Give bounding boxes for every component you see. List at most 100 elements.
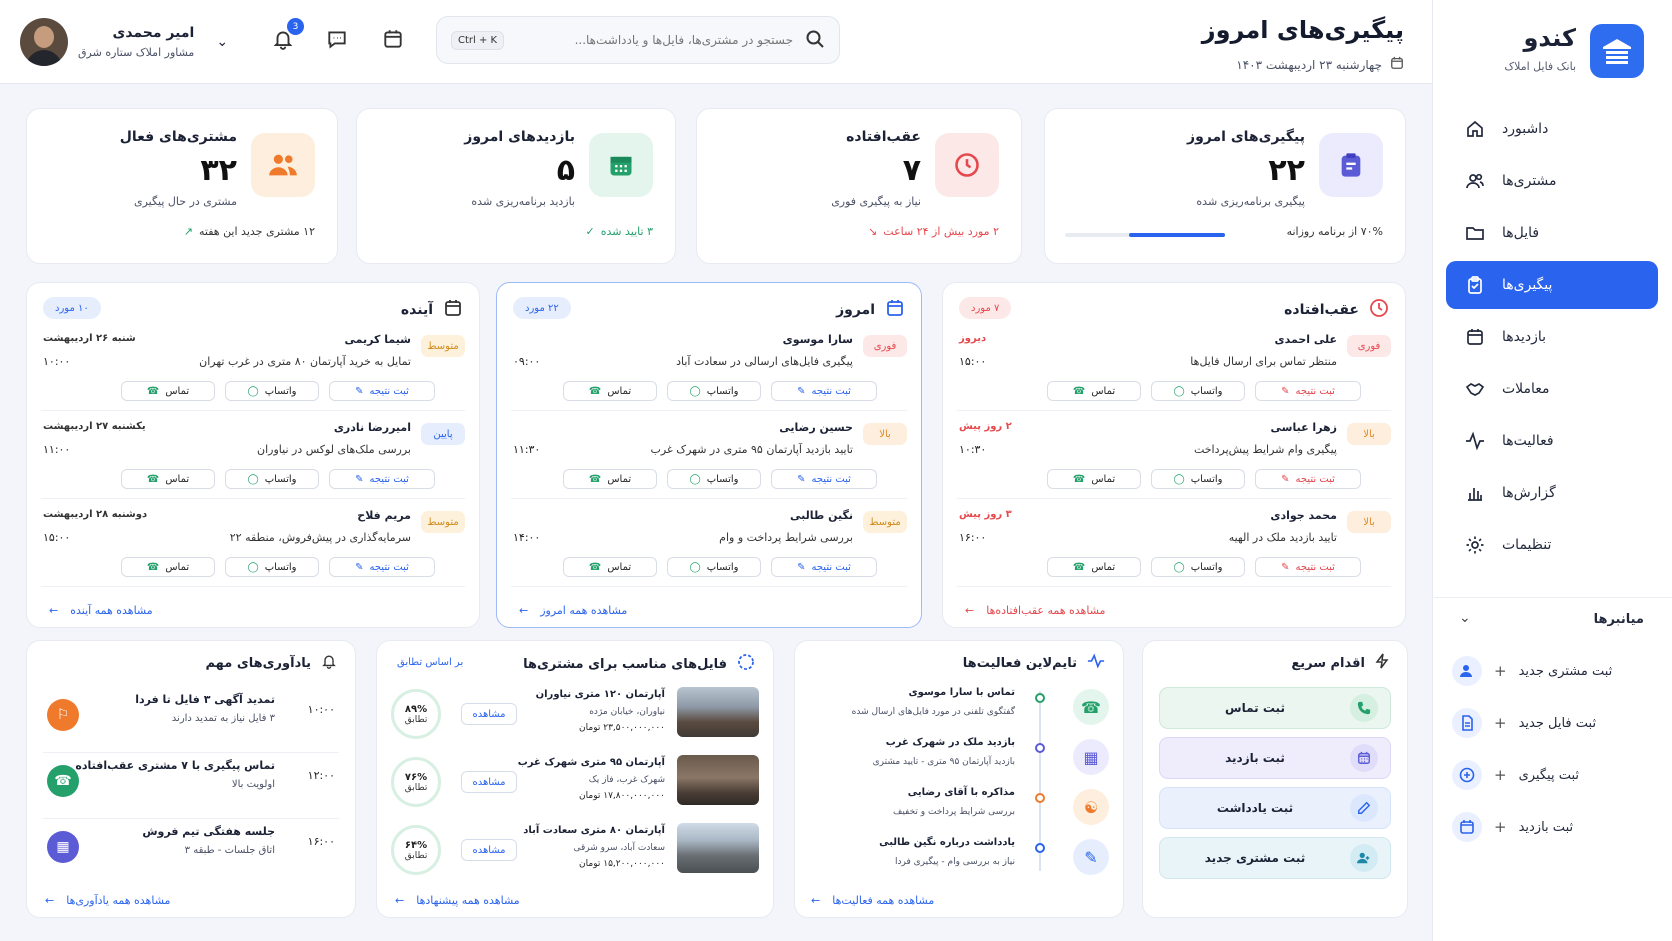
- call-button[interactable]: ☎ تماس: [121, 381, 215, 401]
- stat-card-overdue[interactable]: عقب‌افتاده ۷ نیاز به پیگیری فوری ↘ ۲ مور…: [696, 108, 1022, 264]
- nav-item-visits[interactable]: بازدیدها: [1446, 313, 1658, 361]
- chevron-down-icon[interactable]: ⌄: [216, 34, 228, 50]
- followup-task[interactable]: بالا محمد جوادی تایید بازدید ملک در الهی…: [957, 503, 1391, 587]
- log-result-button[interactable]: ✎ ثبت نتیجه: [329, 381, 435, 401]
- followup-task[interactable]: بالا زهرا عباسی پیگیری وام شرایط پیش‌پرد…: [957, 415, 1391, 499]
- messages-button[interactable]: [322, 24, 352, 54]
- whatsapp-button[interactable]: ◯ واتساپ: [1151, 381, 1245, 401]
- reminder-item[interactable]: ۱۶:۰۰ جلسه هفتگی تیم فروش اتاق جلسات - ط…: [43, 821, 339, 885]
- timeline-item[interactable]: ▦ بازدید ملک در شهرک غرب بازدید آپارتمان…: [809, 735, 1109, 785]
- reminders-view-all-link[interactable]: مشاهده همه یادآوری‌ها ←: [45, 894, 170, 907]
- shortcut-new-customer[interactable]: + ثبت مشتری جدید: [1452, 645, 1652, 697]
- call-button[interactable]: ☎ تماس: [1047, 381, 1141, 401]
- customer-name[interactable]: نگین طالبی: [790, 509, 853, 522]
- log-result-button[interactable]: ✎ ثبت نتیجه: [771, 381, 877, 401]
- shortcut-new-file[interactable]: + ثبت فایل جدید: [1452, 697, 1652, 749]
- call-button[interactable]: ☎ تماس: [121, 469, 215, 489]
- followup-task[interactable]: فوری علی احمدی منتظر تماس برای ارسال فای…: [957, 327, 1391, 411]
- chevron-down-icon[interactable]: ⌄: [1459, 610, 1471, 626]
- log-result-button[interactable]: ✎ ثبت نتیجه: [329, 469, 435, 489]
- quick-log-note-button[interactable]: ثبت یادداشت: [1159, 787, 1391, 829]
- call-button[interactable]: ☎ تماس: [563, 469, 657, 489]
- view-property-button[interactable]: مشاهده: [461, 771, 517, 793]
- customer-name[interactable]: زهرا عباسی: [1271, 421, 1337, 434]
- log-result-button[interactable]: ✎ ثبت نتیجه: [329, 557, 435, 577]
- timeline-item[interactable]: ☎ تماس با سارا موسوی گفتگوی تلفنی در مور…: [809, 685, 1109, 735]
- call-button[interactable]: ☎ تماس: [1047, 469, 1141, 489]
- customer-name[interactable]: محمد جوادی: [1270, 509, 1337, 522]
- nav-item-followups[interactable]: پیگیری‌ها: [1446, 261, 1658, 309]
- log-result-button[interactable]: ✎ ثبت نتیجه: [1255, 557, 1361, 577]
- nav-item-customers[interactable]: مشتری‌ها: [1446, 157, 1658, 205]
- column-view-all-link[interactable]: مشاهده همه عقب‌افتاده‌ها ←: [965, 604, 1105, 617]
- quick-new-customer-button[interactable]: ثبت مشتری جدید: [1159, 837, 1391, 879]
- refresh-icon[interactable]: [737, 653, 755, 675]
- log-result-button[interactable]: ✎ ثبت نتیجه: [1255, 381, 1361, 401]
- property-item[interactable]: آپارتمان ۱۲۰ متری نیاوران نیاوران، خیابا…: [389, 685, 761, 749]
- whatsapp-button[interactable]: ◯ واتساپ: [667, 381, 761, 401]
- call-button[interactable]: ☎ تماس: [563, 557, 657, 577]
- property-item[interactable]: آپارتمان ۹۵ متری شهرک غرب شهرک غرب، فاز …: [389, 753, 761, 817]
- customer-name[interactable]: مریم فلاح: [357, 509, 411, 522]
- followup-task[interactable]: متوسط نگین طالبی بررسی شرایط پرداخت و وا…: [511, 503, 907, 587]
- brand-logo[interactable]: [1590, 24, 1644, 78]
- followup-task[interactable]: پایین امیررضا نادری بررسی ملک‌های لوکس د…: [41, 415, 465, 499]
- stat-card-visits[interactable]: بازدیدهای امروز ۵ بازدید برنامه‌ریزی شده…: [356, 108, 676, 264]
- quick-log-visit-button[interactable]: ثبت بازدید: [1159, 737, 1391, 779]
- customer-name[interactable]: علی احمدی: [1275, 333, 1337, 346]
- followup-task[interactable]: فوری سارا موسوی پیگیری فایل‌های ارسالی د…: [511, 327, 907, 411]
- log-result-button[interactable]: ✎ ثبت نتیجه: [771, 469, 877, 489]
- whatsapp-button[interactable]: ◯ واتساپ: [225, 557, 319, 577]
- whatsapp-button[interactable]: ◯ واتساپ: [1151, 469, 1245, 489]
- whatsapp-button[interactable]: ◯ واتساپ: [667, 469, 761, 489]
- nav-item-files[interactable]: فایل‌ها: [1446, 209, 1658, 257]
- property-image[interactable]: [677, 755, 759, 805]
- properties-view-all-link[interactable]: مشاهده همه پیشنهادها ←: [395, 894, 520, 907]
- calendar-button[interactable]: [378, 24, 408, 54]
- notifications-button[interactable]: 3: [268, 18, 304, 54]
- stat-card-today-followups[interactable]: پیگیری‌های امروز ۲۲ پیگیری برنامه‌ریزی ش…: [1044, 108, 1406, 264]
- stat-card-active-customers[interactable]: مشتری‌های فعال ۳۲ مشتری در حال پیگیری ↗ …: [26, 108, 338, 264]
- timeline-item[interactable]: ✎ یادداشت درباره نگین طالبی نیاز به بررس…: [809, 835, 1109, 885]
- nav-item-reports[interactable]: گزارش‌ها: [1446, 469, 1658, 517]
- timeline-view-all-link[interactable]: مشاهده همه فعالیت‌ها ←: [811, 894, 934, 907]
- nav-item-activities[interactable]: فعالیت‌ها: [1446, 417, 1658, 465]
- search-input[interactable]: [516, 33, 793, 47]
- search-icon[interactable]: [805, 29, 825, 52]
- reminder-item[interactable]: ۱۲:۰۰ تماس پیگیری با ۷ مشتری عقب‌افتاده …: [43, 755, 339, 819]
- whatsapp-button[interactable]: ◯ واتساپ: [225, 469, 319, 489]
- column-view-all-link[interactable]: مشاهده همه آینده ←: [49, 604, 153, 617]
- property-item[interactable]: آپارتمان ۸۰ متری سعادت آباد سعادت آباد، …: [389, 821, 761, 885]
- customer-name[interactable]: شیما کریمی: [344, 333, 411, 346]
- customer-name[interactable]: حسین رضایی: [779, 421, 853, 434]
- nav-item-dashboard[interactable]: داشبورد: [1446, 105, 1658, 153]
- properties-sort-label[interactable]: بر اساس تطابق: [397, 657, 463, 668]
- user-menu[interactable]: امیر محمدی مشاور املاک ستاره شرق ⌄: [20, 14, 228, 70]
- nav-item-deals[interactable]: معاملات: [1446, 365, 1658, 413]
- shortcut-new-visit[interactable]: + ثبت بازدید: [1452, 801, 1652, 853]
- call-button[interactable]: ☎ تماس: [121, 557, 215, 577]
- followup-task[interactable]: متوسط مریم فلاح سرمایه‌گذاری در پیش‌فروش…: [41, 503, 465, 587]
- whatsapp-button[interactable]: ◯ واتساپ: [1151, 557, 1245, 577]
- column-view-all-link[interactable]: مشاهده همه امروز ←: [519, 604, 627, 617]
- view-property-button[interactable]: مشاهده: [461, 839, 517, 861]
- search-box[interactable]: Ctrl + K: [436, 16, 840, 64]
- whatsapp-button[interactable]: ◯ واتساپ: [667, 557, 761, 577]
- property-image[interactable]: [677, 823, 759, 873]
- shortcut-new-followup[interactable]: + ثبت پیگیری: [1452, 749, 1652, 801]
- property-image[interactable]: [677, 687, 759, 737]
- quick-log-call-button[interactable]: ثبت تماس: [1159, 687, 1391, 729]
- timeline-item[interactable]: ☯ مذاکره با آقای رضایی بررسی شرایط پرداخ…: [809, 785, 1109, 835]
- log-result-button[interactable]: ✎ ثبت نتیجه: [771, 557, 877, 577]
- call-button[interactable]: ☎ تماس: [563, 381, 657, 401]
- followup-task[interactable]: بالا حسین رضایی تایید بازدید آپارتمان ۹۵…: [511, 415, 907, 499]
- customer-name[interactable]: سارا موسوی: [783, 333, 853, 346]
- call-button[interactable]: ☎ تماس: [1047, 557, 1141, 577]
- followup-task[interactable]: متوسط شیما کریمی تمایل به خرید آپارتمان …: [41, 327, 465, 411]
- log-result-button[interactable]: ✎ ثبت نتیجه: [1255, 469, 1361, 489]
- view-property-button[interactable]: مشاهده: [461, 703, 517, 725]
- reminder-item[interactable]: ۱۰:۰۰ تمدید آگهی ۳ فایل تا فردا ۳ فایل ن…: [43, 689, 339, 753]
- whatsapp-button[interactable]: ◯ واتساپ: [225, 381, 319, 401]
- nav-item-settings[interactable]: تنظیمات: [1446, 521, 1658, 569]
- customer-name[interactable]: امیررضا نادری: [334, 421, 411, 434]
